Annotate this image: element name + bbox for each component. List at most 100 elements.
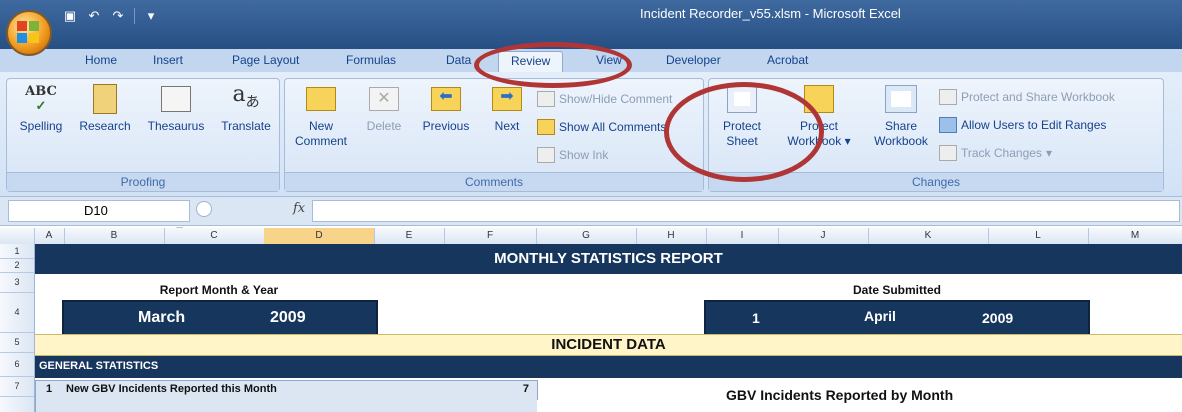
delete-comment-button[interactable]: ✕ Delete [355,83,413,134]
delete-comment-icon: ✕ [367,83,401,115]
title-bar: ▣ ↶ ↷ ▾ Incident Recorder_v55.xlsm - Mic… [0,0,1182,49]
column-header[interactable]: C [164,228,265,244]
office-logo-icon [17,21,39,43]
undo-icon[interactable]: ↶ [86,9,102,23]
row-header[interactable]: 6 [0,352,34,377]
row-header[interactable]: 7 [0,376,34,397]
allow-users-icon [939,117,957,133]
report-month: March [138,309,186,326]
proofing-group-label: Proofing [7,172,279,191]
row-header[interactable]: 2 [0,258,34,273]
share-workbook-icon [884,83,918,115]
dropdown-arrow-icon: ▾ [844,134,851,148]
table-row[interactable]: 1 New GBV Incidents Reported this Month … [35,380,538,400]
column-header[interactable]: K [868,228,989,244]
general-statistics-title: GENERAL STATISTICS [39,360,159,372]
table-row [35,399,537,412]
office-button[interactable] [6,10,52,56]
comments-group: New Comment ✕ Delete ⬅ Previous ➡ Next Sh… [284,78,704,192]
tab-insert[interactable]: Insert [153,53,183,67]
row-header[interactable]: 4 [0,292,34,333]
dropdown-arrow-icon: ▾ [1045,146,1052,160]
window-title: Incident Recorder_v55.xlsm - Microsoft E… [640,6,901,21]
report-title-band: MONTHLY STATISTICS REPORT [35,244,1182,274]
name-box[interactable]: D10▼ [8,200,190,237]
report-title: MONTHLY STATISTICS REPORT [494,250,723,267]
column-header[interactable]: G [536,228,637,244]
date-day: 1 [752,310,760,326]
new-comment-button[interactable]: New Comment [289,83,353,149]
track-changes-button[interactable]: Track Changes ▾ [939,145,1052,161]
show-all-comments-button[interactable]: Show All Comments [537,119,666,135]
tab-formulas[interactable]: Formulas [346,53,396,67]
translate-button[interactable]: aあ Translate [215,83,277,134]
select-all-corner[interactable] [0,228,35,244]
report-month-box[interactable]: March 2009 [62,300,378,336]
ribbon: ABC ✓ Spelling Research Thesaurus aあ Tran… [0,72,1182,196]
column-header[interactable]: M [1088,228,1182,244]
column-header[interactable]: H [636,228,707,244]
previous-comment-button[interactable]: ⬅ Previous [413,83,479,134]
column-header[interactable]: A [34,228,65,244]
show-hide-comment-button[interactable]: Show/Hide Comment [537,91,672,107]
previous-comment-icon: ⬅ [429,83,463,115]
formula-bar: D10▼ fx [0,196,1182,237]
save-icon[interactable]: ▣ [62,9,78,23]
spelling-icon: ABC ✓ [25,84,57,114]
protect-and-share-icon [939,89,957,105]
fx-icon[interactable]: fx [293,201,305,216]
thesaurus-icon [159,83,193,115]
annotation-circle-review-tab [474,42,632,88]
show-hide-comment-icon [537,91,555,107]
column-header[interactable]: B [64,228,165,244]
show-ink-button[interactable]: Show Ink [537,147,608,163]
customize-qat-icon[interactable]: ▾ [143,9,159,23]
thesaurus-button[interactable]: Thesaurus [141,83,211,134]
tab-data[interactable]: Data [446,53,471,67]
show-all-comments-icon [537,119,555,135]
research-button[interactable]: Research [75,83,135,134]
share-workbook-button[interactable]: Share Workbook [867,83,935,149]
comments-group-label: Comments [285,172,703,191]
formula-input[interactable] [312,200,1180,222]
column-header[interactable]: E [374,228,445,244]
next-comment-button[interactable]: ➡ Next [479,83,535,134]
date-submitted-box[interactable]: 1 April 2009 [704,300,1090,336]
allow-users-button[interactable]: Allow Users to Edit Ranges [939,117,1106,133]
incident-data-band: INCIDENT DATA [35,334,1182,356]
next-comment-icon: ➡ [490,83,524,115]
column-header[interactable]: D [264,228,375,244]
chart-title: GBV Incidents Reported by Month [726,387,954,403]
spelling-button[interactable]: ABC ✓ Spelling [11,83,71,134]
row-label: New GBV Incidents Reported this Month [66,383,277,395]
protect-and-share-button[interactable]: Protect and Share Workbook [939,89,1115,105]
track-changes-icon [939,145,957,161]
translate-icon: aあ [232,82,260,111]
date-month: April [864,308,896,324]
date-year: 2009 [982,310,1014,326]
column-header[interactable]: J [778,228,869,244]
general-statistics-band: GENERAL STATISTICS [35,356,1182,378]
redo-icon[interactable]: ↷ [110,9,126,23]
tab-developer[interactable]: Developer [666,53,721,67]
tab-home[interactable]: Home [85,53,117,67]
tab-acrobat[interactable]: Acrobat [767,53,808,67]
tab-page-layout[interactable]: Page Layout [232,53,299,67]
row-header[interactable]: 1 [0,244,34,259]
new-comment-icon [304,83,338,115]
row-header[interactable]: 3 [0,272,34,293]
name-box-separator-icon [196,201,212,217]
proofing-group: ABC ✓ Spelling Research Thesaurus aあ Tran… [6,78,280,192]
column-header[interactable]: L [988,228,1089,244]
column-header[interactable]: F [444,228,537,244]
row-value: 7 [522,383,529,395]
column-header[interactable]: I [706,228,779,244]
show-ink-icon [537,147,555,163]
date-submitted-label: Date Submitted [852,283,941,297]
row-headers: 1 2 3 4 5 6 7 [0,244,35,412]
row-header[interactable]: 5 [0,332,34,353]
research-icon [88,83,122,115]
report-year: 2009 [270,309,306,326]
column-headers: A B C D E F G H I J K L M [0,228,1182,245]
incident-data-title: INCIDENT DATA [551,336,666,353]
